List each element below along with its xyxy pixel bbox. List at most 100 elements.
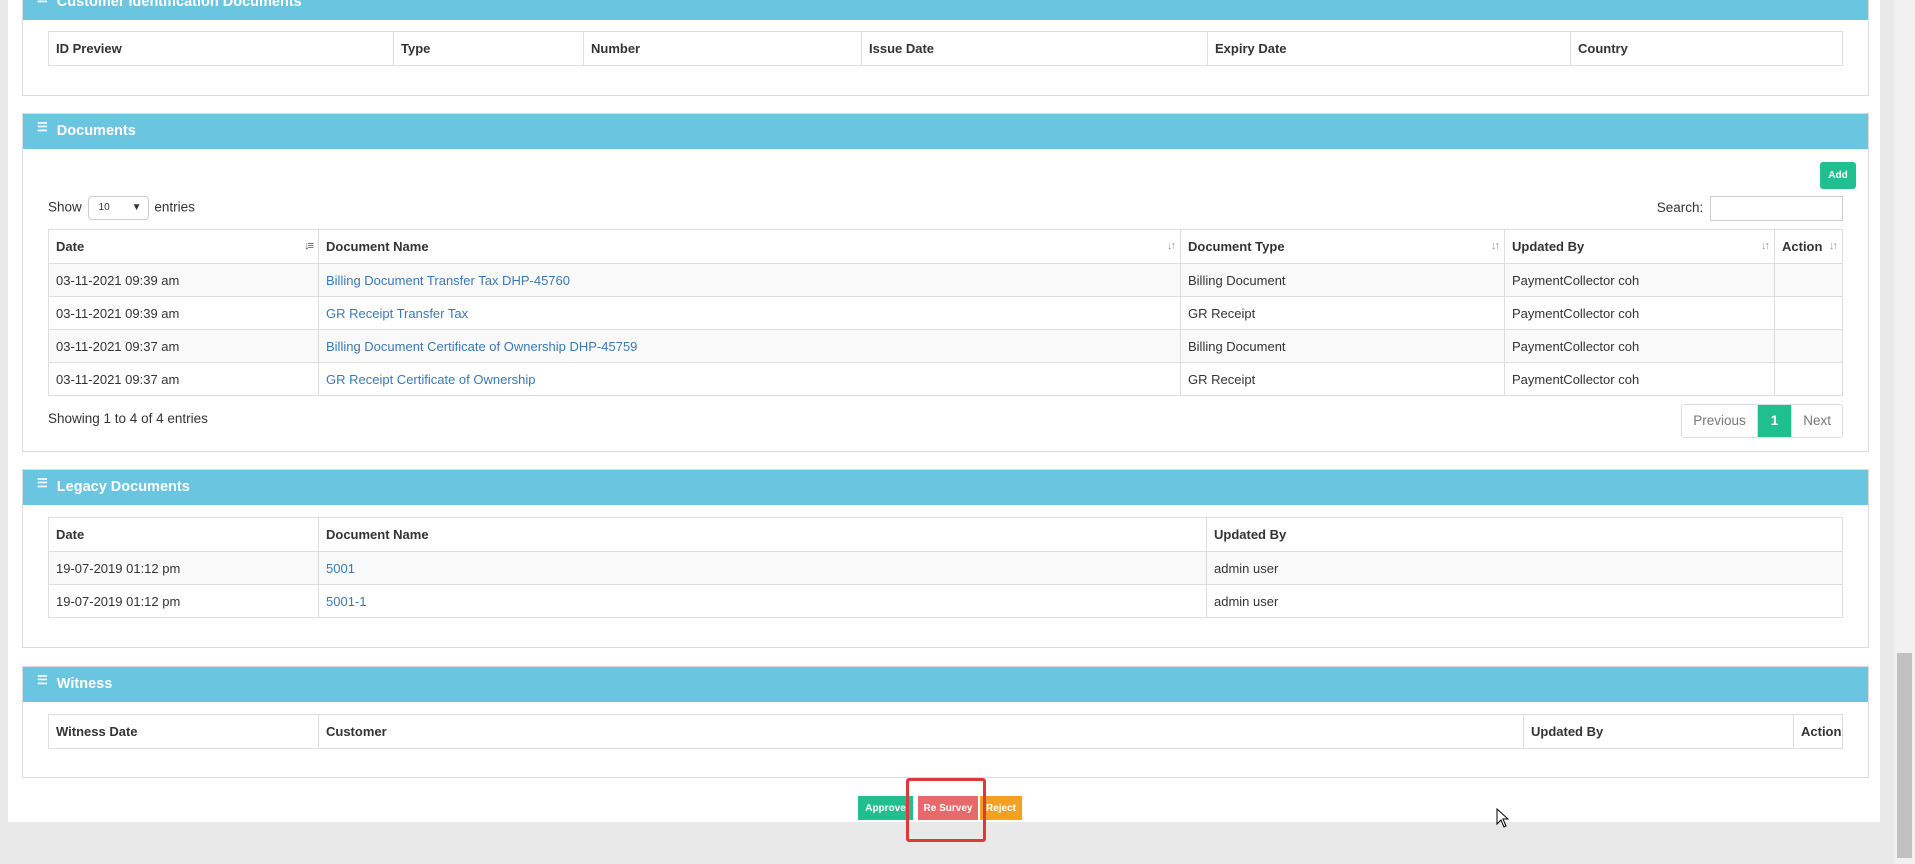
column-header: Number xyxy=(583,31,862,66)
legacy-documents-title: Legacy Documents xyxy=(56,479,190,495)
cell-updated-by: PaymentCollector coh xyxy=(1504,296,1775,330)
list-icon: ☰ xyxy=(37,120,48,134)
cell-updated-by: PaymentCollector coh xyxy=(1504,362,1775,396)
document-link[interactable]: Billing Document Certificate of Ownershi… xyxy=(326,339,637,354)
table-info: Showing 1 to 4 of 4 entries xyxy=(48,411,208,426)
cell-date: 03-11-2021 09:37 am xyxy=(48,329,319,363)
reject-button[interactable]: Reject xyxy=(980,796,1022,820)
vertical-scrollbar[interactable] xyxy=(1894,0,1915,864)
cell-action xyxy=(1774,362,1843,396)
sort-icon: ↓↑ xyxy=(1491,240,1500,252)
cell-date: 19-07-2019 01:12 pm xyxy=(48,584,319,618)
add-document-button[interactable]: Add xyxy=(1820,162,1856,189)
documents-table: Date ↓≡ Document Name ↓↑ Document Type ↓↑ U… xyxy=(48,229,1843,396)
column-header: Action xyxy=(1793,714,1843,749)
legacy-documents-header: ☰ Legacy Documents xyxy=(23,470,1868,505)
document-link[interactable]: Billing Document Transfer Tax DHP-45760 xyxy=(326,273,570,288)
column-header: Type xyxy=(393,31,584,66)
cell-document-name: GR Receipt Transfer Tax xyxy=(318,296,1181,330)
cell-action xyxy=(1774,329,1843,363)
cell-action xyxy=(1774,296,1843,330)
chevron-down-icon: ▼ xyxy=(131,202,142,213)
legacy-documents-table: Date Document Name Updated By 19-07-2019… xyxy=(48,517,1843,618)
id-documents-table: ID Preview Type Number Issue Date Expiry… xyxy=(48,31,1843,66)
entries-select-value: 10 xyxy=(98,202,110,213)
table-row: 03-11-2021 09:39 am Billing Document Tra… xyxy=(48,263,1843,297)
witness-table-wrap: Witness Date Customer Updated By Action xyxy=(48,714,1843,749)
column-header: Date xyxy=(48,517,319,552)
cell-document-type: Billing Document xyxy=(1180,263,1505,297)
cell-date: 03-11-2021 09:37 am xyxy=(48,362,319,396)
entries-length-control: Show 10 ▼ entries xyxy=(48,196,195,220)
cell-updated-by: admin user xyxy=(1206,551,1843,585)
cell-document-type: GR Receipt xyxy=(1180,362,1505,396)
cell-date: 19-07-2019 01:12 pm xyxy=(48,551,319,585)
column-header-label: Document Type xyxy=(1188,239,1285,254)
column-header-label: Date xyxy=(56,239,85,254)
table-row: 19-07-2019 01:12 pm 5001-1 admin user xyxy=(48,584,1843,618)
legacy-table-wrap: Date Document Name Updated By 19-07-2019… xyxy=(48,517,1843,618)
column-header: Witness Date xyxy=(48,714,319,749)
column-header: Updated By xyxy=(1523,714,1794,749)
cell-document-type: Billing Document xyxy=(1180,329,1505,363)
witness-table: Witness Date Customer Updated By Action xyxy=(48,714,1843,749)
pagination: Previous 1 Next xyxy=(1681,404,1843,438)
table-row: 19-07-2019 01:12 pm 5001 admin user xyxy=(48,551,1843,585)
column-header-label: Document Name xyxy=(326,239,429,254)
column-header: Document Name xyxy=(318,517,1207,552)
sort-desc-icon: ↓≡ xyxy=(304,240,314,252)
scrollbar-thumb[interactable] xyxy=(1897,653,1912,858)
table-row: 03-11-2021 09:39 am GR Receipt Transfer … xyxy=(48,296,1843,330)
legacy-documents-panel: ☰ Legacy Documents Date Document Name Up… xyxy=(22,469,1869,648)
cell-date: 03-11-2021 09:39 am xyxy=(48,263,319,297)
mouse-pointer-icon xyxy=(1496,807,1510,831)
list-icon: ☰ xyxy=(37,476,48,490)
pagination-page-1[interactable]: 1 xyxy=(1756,405,1792,437)
column-header-action[interactable]: Action ↓↑ xyxy=(1774,229,1843,264)
id-documents-table-wrap: ID Preview Type Number Issue Date Expiry… xyxy=(48,31,1843,66)
cell-updated-by: admin user xyxy=(1206,584,1843,618)
column-header-document-type[interactable]: Document Type ↓↑ xyxy=(1180,229,1505,264)
table-row: 03-11-2021 09:37 am GR Receipt Certifica… xyxy=(48,362,1843,396)
list-icon: ☰ xyxy=(37,673,48,687)
documents-header: ☰ Documents xyxy=(23,114,1868,149)
table-row: 03-11-2021 09:37 am Billing Document Cer… xyxy=(48,329,1843,363)
cell-document-name: 5001 xyxy=(318,551,1207,585)
highlight-box xyxy=(906,778,986,842)
column-header-label: Action xyxy=(1782,239,1823,254)
column-header-document-name[interactable]: Document Name ↓↑ xyxy=(318,229,1181,264)
entries-label: entries xyxy=(154,199,195,215)
witness-panel: ☰ Witness Witness Date Customer Updated … xyxy=(22,666,1869,778)
search-input[interactable] xyxy=(1710,196,1843,221)
sort-icon: ↓↑ xyxy=(1167,240,1176,252)
cell-document-name: Billing Document Certificate of Ownershi… xyxy=(318,329,1181,363)
cell-updated-by: PaymentCollector coh xyxy=(1504,263,1775,297)
page-content: ☰ Customer Identification Documents ID P… xyxy=(8,0,1880,842)
cell-action xyxy=(1774,263,1843,297)
column-header-updated-by[interactable]: Updated By ↓↑ xyxy=(1504,229,1775,264)
column-header-label: Updated By xyxy=(1512,239,1585,254)
sort-icon: ↓↑ xyxy=(1761,240,1770,252)
id-documents-header: ☰ Customer Identification Documents xyxy=(23,0,1868,20)
cell-document-name: GR Receipt Certificate of Ownership xyxy=(318,362,1181,396)
documents-panel: ☰ Documents Add Show 10 ▼ entries Search… xyxy=(22,113,1869,452)
approve-button[interactable]: Approve xyxy=(858,796,913,820)
search-control: Search: xyxy=(1657,196,1843,221)
column-header: Issue Date xyxy=(861,31,1208,66)
document-link[interactable]: 5001 xyxy=(326,561,355,576)
pagination-next[interactable]: Next xyxy=(1791,405,1842,437)
column-header: Customer xyxy=(318,714,1524,749)
column-header-date[interactable]: Date ↓≡ xyxy=(48,229,319,264)
cell-document-name: Billing Document Transfer Tax DHP-45760 xyxy=(318,263,1181,297)
documents-title: Documents xyxy=(56,123,136,139)
witness-header: ☰ Witness xyxy=(23,667,1868,702)
column-header: Expiry Date xyxy=(1207,31,1571,66)
entries-select[interactable]: 10 ▼ xyxy=(87,196,149,220)
sort-icon: ↓↑ xyxy=(1829,240,1838,252)
list-icon: ☰ xyxy=(37,0,48,16)
document-link[interactable]: GR Receipt Certificate of Ownership xyxy=(326,372,536,387)
pagination-previous[interactable]: Previous xyxy=(1682,405,1757,437)
cell-updated-by: PaymentCollector coh xyxy=(1504,329,1775,363)
document-link[interactable]: 5001-1 xyxy=(326,594,366,609)
document-link[interactable]: GR Receipt Transfer Tax xyxy=(326,306,468,321)
